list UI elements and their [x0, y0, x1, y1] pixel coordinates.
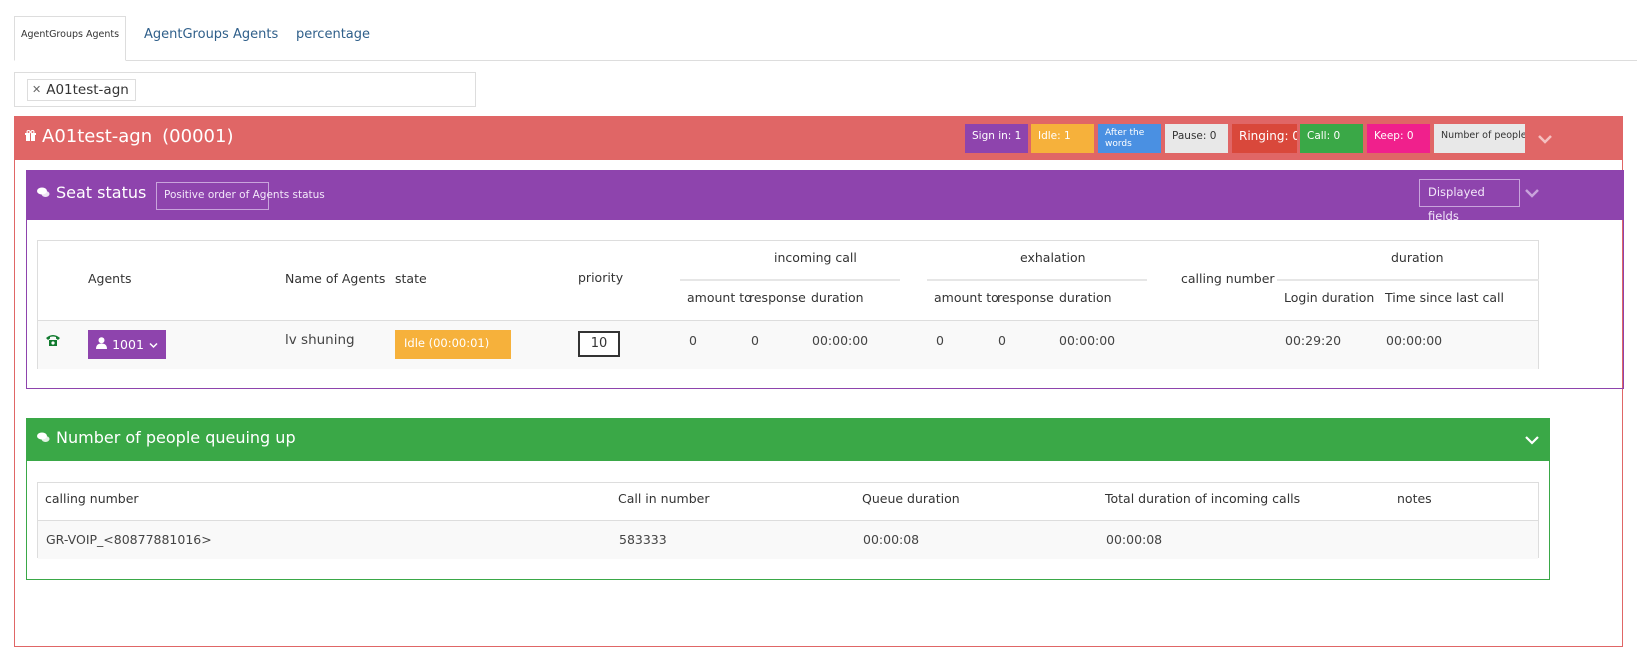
- since-last-call: 00:00:00: [1386, 333, 1443, 348]
- th-duration: duration: [1391, 250, 1444, 265]
- th-in-duration: duration: [811, 290, 864, 305]
- th-exhalation: exhalation: [1020, 250, 1086, 265]
- group-collapse-icon[interactable]: [1537, 131, 1553, 147]
- th-out-amount: amount to: [934, 290, 999, 305]
- out-response: 0: [998, 333, 1006, 348]
- group-code: (00001): [162, 126, 234, 147]
- th-calling-number: calling number: [1181, 271, 1275, 286]
- th-incoming-call: incoming call: [774, 250, 857, 265]
- phone-icon: [45, 332, 61, 351]
- out-amount: 0: [936, 333, 944, 348]
- th-q-total-duration: Total duration of incoming calls: [1105, 491, 1301, 506]
- agent-group-select[interactable]: ✕ A01test-agn: [14, 72, 476, 107]
- th-name: Name of Agents: [285, 271, 386, 286]
- badge-call: Call: 0: [1300, 124, 1363, 153]
- table-row[interactable]: GR-VOIP_<80877881016> 583333 00:00:08 00…: [38, 521, 1538, 559]
- th-in-amount: amount to: [687, 290, 752, 305]
- tab-agentgroups-agents[interactable]: AgentGroups Agents: [14, 16, 126, 61]
- priority-input[interactable]: 10: [578, 331, 620, 357]
- badge-pause: Pause: 0: [1165, 124, 1228, 153]
- queue-table-header: calling number Call in number Queue dura…: [38, 483, 1538, 521]
- q-calling-number: GR-VOIP_<80877881016>: [46, 532, 212, 547]
- in-duration: 00:00:00: [812, 333, 869, 348]
- th-since-last-call: Time since last call: [1385, 290, 1505, 305]
- th-in-response: response: [749, 290, 806, 305]
- badge-keep: Keep: 0: [1367, 124, 1430, 153]
- th-q-calling-number: calling number: [45, 491, 139, 506]
- remove-chip-icon[interactable]: ✕: [32, 80, 41, 100]
- th-priority: priority: [578, 270, 624, 285]
- user-icon: [96, 337, 108, 352]
- out-duration: 00:00:00: [1059, 333, 1116, 348]
- comments-icon: [37, 428, 50, 447]
- selected-group-chip: ✕ A01test-agn: [27, 79, 136, 101]
- duration-divider: [1277, 279, 1539, 281]
- agent-name: lv shuning: [285, 332, 355, 348]
- chip-label: A01test-agn: [46, 82, 129, 98]
- tab-percentage[interactable]: percentage: [296, 16, 370, 61]
- agent-state-badge: Idle (00:00:01): [395, 330, 511, 359]
- q-total-duration: 00:00:08: [1106, 532, 1163, 547]
- badge-people-in-line: Number of people in line: 1: [1434, 124, 1525, 153]
- incoming-divider: [680, 279, 900, 281]
- exhalation-divider: [927, 279, 1147, 281]
- queue-table: calling number Call in number Queue dura…: [37, 482, 1539, 559]
- seat-collapse-icon[interactable]: [1524, 185, 1540, 201]
- badge-ringing: Ringing: 0: [1232, 124, 1297, 153]
- th-out-response: response: [997, 290, 1054, 305]
- group-name: A01test-agn: [42, 126, 153, 147]
- seat-status-header: Seat status Positive order of Agents sta…: [27, 171, 1623, 223]
- group-header: A01test-agn (00001) Sign in: 1 Idle: 1 A…: [15, 117, 1622, 160]
- q-queue-duration: 00:00:08: [863, 532, 920, 547]
- badge-after-words: After the words: [1098, 124, 1161, 153]
- tab-bar: AgentGroups Agents AgentGroups Agents pe…: [14, 16, 1637, 61]
- table-row[interactable]: 1001 lv shuning Idle (00:00:01) 10 0 0 0…: [38, 321, 1538, 369]
- th-login-duration: Login duration: [1284, 290, 1375, 305]
- gift-icon: [25, 129, 36, 144]
- agent-1001-button[interactable]: 1001: [88, 330, 166, 359]
- group-title: A01test-agn (00001): [25, 126, 233, 147]
- badge-idle: Idle: 1: [1031, 124, 1094, 153]
- queue-collapse-icon[interactable]: [1524, 432, 1540, 448]
- badge-sign-in: Sign in: 1: [965, 124, 1028, 153]
- displayed-fields-button[interactable]: Displayed fields: [1419, 179, 1520, 223]
- chevron-down-icon: [149, 337, 158, 352]
- comments-icon: [37, 183, 50, 202]
- th-agents: Agents: [88, 271, 132, 286]
- seat-table-header: Agents Name of Agents state priority inc…: [38, 241, 1539, 321]
- seat-status-table: Agents Name of Agents state priority inc…: [37, 240, 1539, 369]
- th-state: state: [395, 271, 427, 286]
- in-amount: 0: [689, 333, 697, 348]
- th-out-duration: duration: [1059, 290, 1112, 305]
- th-q-call-in-number: Call in number: [618, 491, 710, 506]
- tab-agentgroups-agents-2[interactable]: AgentGroups Agents: [144, 16, 278, 61]
- login-duration: 00:29:20: [1285, 333, 1342, 348]
- seat-status-title: Seat status: [37, 183, 146, 202]
- sort-order-button[interactable]: Positive order of Agents status: [156, 182, 325, 210]
- th-q-notes: notes: [1397, 491, 1432, 506]
- th-q-queue-duration: Queue duration: [862, 491, 960, 506]
- q-call-in-number: 583333: [619, 532, 667, 547]
- queue-title: Number of people queuing up: [37, 428, 296, 447]
- in-response: 0: [751, 333, 759, 348]
- queue-header: Number of people queuing up: [27, 419, 1549, 461]
